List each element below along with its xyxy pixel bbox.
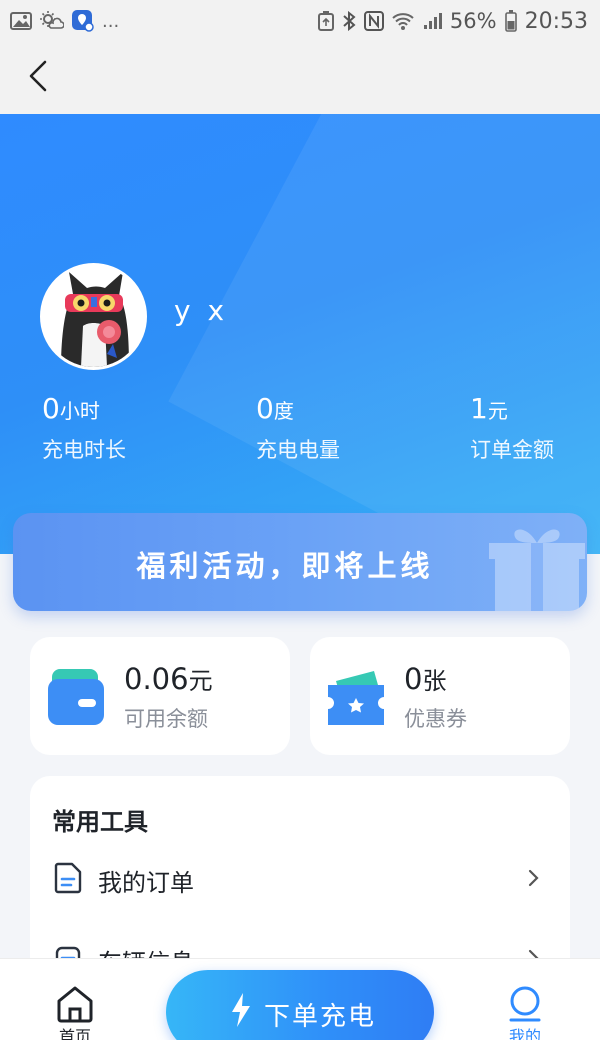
charge-label: 下单充电 xyxy=(264,1002,377,1032)
image-icon xyxy=(10,11,32,31)
avatar-image xyxy=(43,266,144,367)
storage-icon xyxy=(317,11,334,31)
clock: 20:53 xyxy=(524,8,588,34)
stat-order-amount: 1元 订单金额 xyxy=(470,392,554,464)
balance-label: 可用余额 xyxy=(124,707,208,731)
coupon-label: 优惠券 xyxy=(404,707,467,731)
stat-label: 充电电量 xyxy=(256,438,340,462)
tab-mine[interactable]: 我的 xyxy=(470,959,580,1040)
stat-label: 充电时长 xyxy=(42,438,126,462)
home-icon xyxy=(57,986,93,1023)
balance-unit: 元 xyxy=(188,667,213,695)
signal-icon xyxy=(422,11,442,31)
wallet-icon xyxy=(48,669,104,725)
battery-icon xyxy=(504,10,517,32)
weather-icon xyxy=(40,11,64,31)
avatar[interactable] xyxy=(40,263,147,370)
chevron-left-icon xyxy=(28,60,48,96)
battery-percent: 56% xyxy=(449,9,497,33)
section-title: 常用工具 xyxy=(52,808,148,836)
tool-label: 我的订单 xyxy=(98,869,194,897)
tab-label: 我的 xyxy=(508,1027,541,1040)
coupon-card[interactable]: 0张 优惠券 xyxy=(310,637,570,755)
stat-value: 0 xyxy=(42,392,60,425)
back-button[interactable] xyxy=(18,56,58,100)
promo-banner[interactable]: 福利活动，即将上线 xyxy=(13,513,587,611)
tab-label: 首页 xyxy=(58,1027,91,1040)
tab-home[interactable]: 首页 xyxy=(20,959,130,1040)
status-bar: ... 56% 20:53 xyxy=(0,0,600,42)
stat-label: 订单金额 xyxy=(470,438,554,462)
nav-bar xyxy=(0,42,600,114)
document-icon xyxy=(54,862,82,894)
order-charge-button[interactable]: 下单充电 xyxy=(166,970,434,1040)
balance-value: 0.06 xyxy=(124,662,189,696)
location-badge-icon xyxy=(72,10,94,32)
coupon-value: 0 xyxy=(404,662,423,696)
bluetooth-icon xyxy=(342,11,356,31)
tool-item-orders[interactable]: 我的订单 xyxy=(30,848,570,908)
wifi-icon xyxy=(392,11,414,31)
stat-unit: 小时 xyxy=(59,399,100,423)
username: y x xyxy=(174,294,229,327)
coupon-unit: 张 xyxy=(422,667,447,695)
profile-icon xyxy=(509,986,541,1022)
lightning-icon xyxy=(232,993,250,1027)
promo-text: 福利活动，即将上线 xyxy=(136,549,434,583)
stat-charge-duration: 0小时 充电时长 xyxy=(42,392,126,464)
more-dots: ... xyxy=(102,10,120,32)
status-right: 56% 20:53 xyxy=(317,8,588,34)
stat-unit: 度 xyxy=(273,399,294,423)
chevron-right-icon xyxy=(528,868,540,893)
stat-unit: 元 xyxy=(487,399,508,423)
coupon-icon xyxy=(328,671,384,725)
nfc-icon xyxy=(363,11,384,31)
stat-charge-energy: 0度 充电电量 xyxy=(256,392,340,464)
stat-value: 1 xyxy=(470,392,488,425)
stat-value: 0 xyxy=(256,392,274,425)
status-left: ... xyxy=(10,10,119,32)
balance-card[interactable]: 0.06元 可用余额 xyxy=(30,637,290,755)
